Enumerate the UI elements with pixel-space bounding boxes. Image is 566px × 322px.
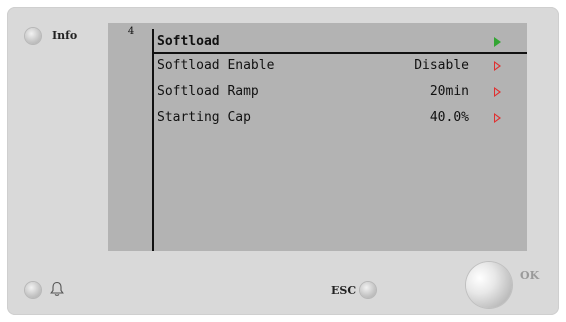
setting-value: Disable: [414, 58, 469, 73]
edit-arrow-icon[interactable]: [494, 87, 501, 97]
esc-button[interactable]: [360, 282, 376, 298]
page-number: 4: [127, 26, 135, 37]
alarm-led-button[interactable]: [25, 282, 41, 298]
edit-arrow-icon[interactable]: [494, 113, 501, 123]
setting-label: Softload Enable: [157, 58, 275, 73]
info-led-button[interactable]: [25, 28, 41, 44]
bell-icon: [50, 281, 64, 296]
menu-title: Softload: [157, 34, 220, 49]
setting-value: 20min: [429, 84, 469, 99]
setting-label: Starting Cap: [157, 110, 251, 125]
display-screen: 4 Softload Softload Enable Disable Softl…: [108, 23, 527, 251]
setting-row-softload-enable[interactable]: Softload Enable Disable: [157, 56, 527, 76]
setting-label: Softload Ramp: [157, 84, 259, 99]
setting-row-starting-cap[interactable]: Starting Cap 40.0%: [157, 108, 527, 128]
screen-divider-vertical: [152, 29, 154, 251]
menu-title-row[interactable]: Softload: [157, 32, 527, 52]
setting-value: 40.0%: [429, 110, 469, 125]
esc-label: ESC: [331, 284, 357, 297]
edit-arrow-icon[interactable]: [494, 61, 501, 71]
ok-label: OK: [520, 269, 540, 282]
info-label: Info: [52, 29, 78, 42]
setting-row-softload-ramp[interactable]: Softload Ramp 20min: [157, 82, 527, 102]
play-arrow-icon: [494, 37, 501, 47]
screen-divider-horizontal: [154, 52, 527, 54]
ok-knob-button[interactable]: [466, 262, 512, 308]
